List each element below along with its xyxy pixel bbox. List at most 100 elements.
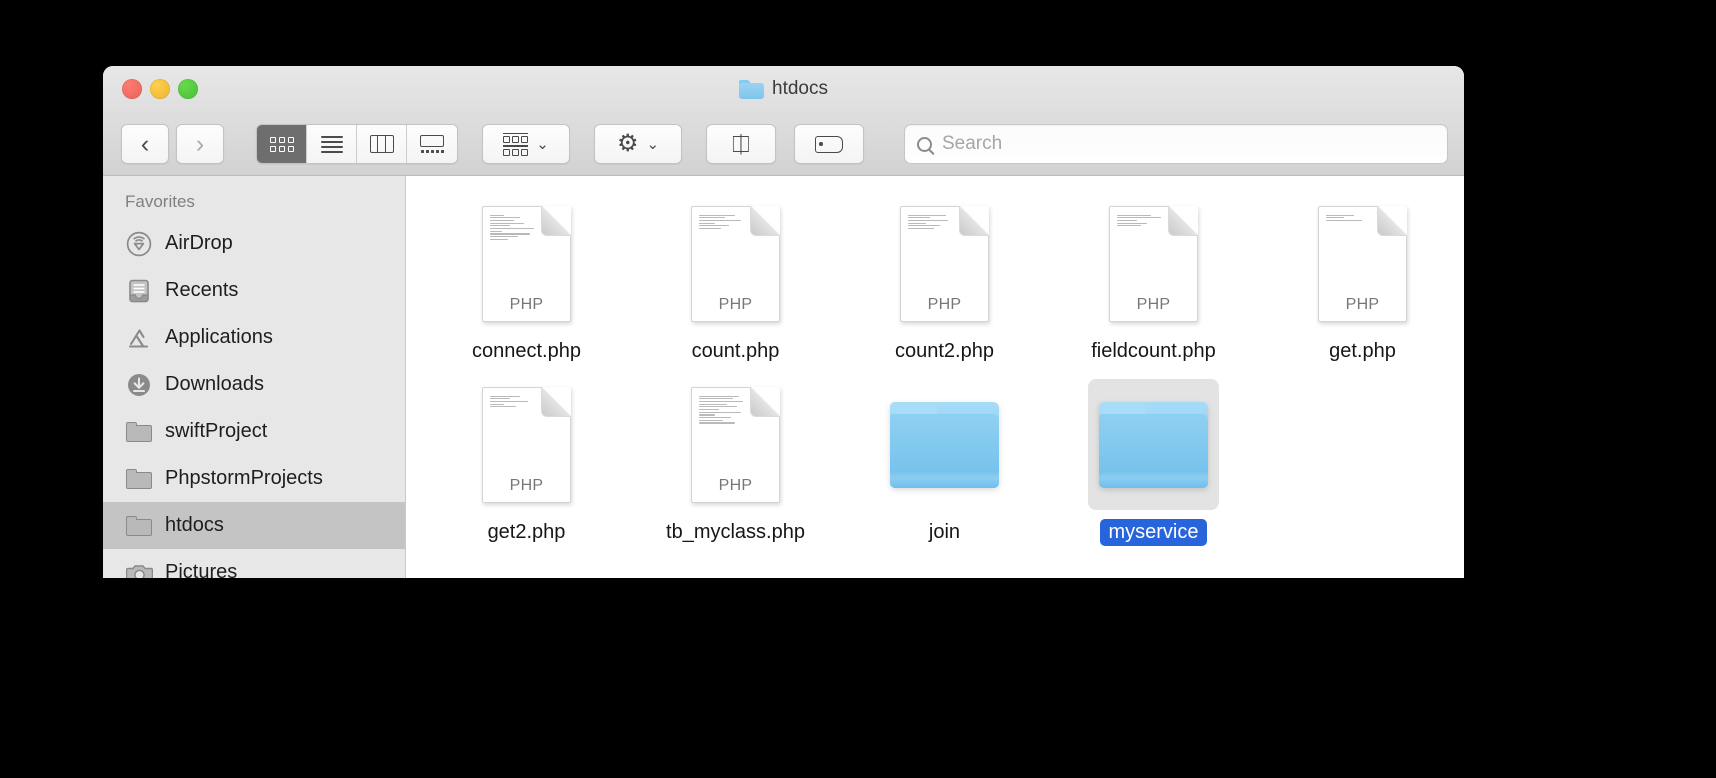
close-button[interactable] (122, 79, 142, 99)
file-icon-container: PHP (1297, 198, 1428, 329)
sidebar-item-label: AirDrop (165, 232, 233, 254)
grid-icon (269, 136, 294, 152)
file-item[interactable]: PHP count.php (631, 192, 840, 365)
file-name-label: connect.php (472, 340, 581, 362)
file-kind-label: PHP (509, 476, 544, 494)
file-icon-container: PHP (670, 198, 801, 329)
file-item[interactable]: PHP tb_myclass.php (631, 373, 840, 546)
sidebar-item-label: swiftProject (165, 420, 268, 442)
share-icon: ⎅ (731, 130, 751, 157)
view-mode-list-button[interactable] (307, 125, 357, 163)
folder-icon-container (1088, 379, 1219, 510)
sidebar-item-htdocs[interactable]: htdocs (103, 502, 405, 549)
tag-icon (815, 135, 843, 153)
sidebar-item-applications[interactable]: Applications (103, 314, 405, 361)
php-document-icon: PHP (691, 205, 780, 322)
arrange-by-button[interactable]: ⌄ (482, 124, 570, 164)
toolbar: ‹ › ⌄ ⚙ ⌄ ⎅ Search (103, 116, 1464, 172)
file-item[interactable]: PHP get.php (1258, 192, 1464, 365)
window-title-text: htdocs (772, 78, 828, 99)
chevron-down-icon: ⌄ (646, 136, 660, 153)
recents-icon (125, 277, 153, 305)
sidebar-item-downloads[interactable]: Downloads (103, 361, 405, 408)
folder-icon (739, 79, 764, 99)
sidebar-item-pictures[interactable]: Pictures (103, 549, 405, 578)
arrange-icon (503, 132, 529, 156)
chevron-down-icon: ⌄ (536, 136, 549, 153)
tag-button[interactable] (794, 124, 864, 164)
folder-item[interactable]: join (840, 373, 1049, 546)
sidebar-item-label: Pictures (165, 561, 238, 578)
file-kind-label: PHP (1136, 295, 1171, 313)
search-field[interactable]: Search (904, 124, 1448, 164)
chevron-right-icon: › (195, 129, 205, 158)
downloads-icon (125, 371, 153, 399)
window-title: htdocs (103, 78, 1464, 100)
maximize-button[interactable] (178, 79, 198, 99)
file-kind-label: PHP (1345, 295, 1380, 313)
pictures-icon (125, 559, 153, 578)
folder-icon (125, 512, 153, 540)
file-item[interactable]: PHP fieldcount.php (1049, 192, 1258, 365)
php-document-icon: PHP (691, 386, 780, 503)
forward-button[interactable]: › (176, 124, 224, 164)
file-kind-label: PHP (927, 295, 962, 313)
folder-icon (1099, 401, 1208, 488)
php-document-icon: PHP (482, 205, 571, 322)
file-name-label: get.php (1329, 340, 1396, 362)
file-name-label: tb_myclass.php (666, 521, 805, 543)
sidebar: Favorites AirDrop Recents Applications D… (103, 176, 406, 578)
file-kind-label: PHP (718, 295, 753, 313)
action-menu-button[interactable]: ⚙ ⌄ (594, 124, 682, 164)
php-document-icon: PHP (900, 205, 989, 322)
sidebar-item-airdrop[interactable]: AirDrop (103, 220, 405, 267)
navigation-buttons: ‹ › (121, 124, 224, 164)
sidebar-item-label: Applications (165, 326, 273, 348)
view-mode-column-button[interactable] (357, 125, 407, 163)
folder-icon (125, 465, 153, 493)
file-icon-container: PHP (461, 379, 592, 510)
sidebar-item-label: Recents (165, 279, 239, 301)
file-kind-label: PHP (718, 476, 753, 494)
back-button[interactable]: ‹ (121, 124, 169, 164)
folder-icon (125, 418, 153, 446)
sidebar-item-recents[interactable]: Recents (103, 267, 405, 314)
folder-name-label: join (928, 521, 961, 543)
search-icon (917, 136, 932, 152)
file-item[interactable]: PHP get2.php (422, 373, 631, 546)
file-kind-label: PHP (509, 295, 544, 313)
file-item[interactable]: PHP connect.php (422, 192, 631, 365)
file-icon-container: PHP (1088, 198, 1219, 329)
chevron-left-icon: ‹ (140, 129, 150, 158)
php-document-icon: PHP (482, 386, 571, 503)
file-name-label: count2.php (895, 340, 994, 362)
file-name-label: count.php (691, 340, 780, 362)
minimize-button[interactable] (150, 79, 170, 99)
sidebar-item-label: Downloads (165, 373, 264, 395)
file-icon-container: PHP (670, 379, 801, 510)
file-name-label: get2.php (487, 521, 566, 543)
php-document-icon: PHP (1109, 205, 1198, 322)
view-mode-gallery-button[interactable] (407, 125, 457, 163)
view-mode-segmented-control (256, 124, 458, 164)
folder-name-label: myservice (1100, 519, 1207, 546)
file-item[interactable]: PHP count2.php (840, 192, 1049, 365)
sidebar-item-label: PhpstormProjects (165, 467, 323, 489)
columns-icon (369, 135, 394, 153)
file-grid: PHP connect.php PHP count.php PHP count2… (406, 192, 1464, 546)
finder-window: htdocs ‹ › ⌄ ⚙ ⌄ ⎅ Search Favorites AirD… (103, 66, 1464, 578)
file-name-label: fieldcount.php (1091, 340, 1216, 362)
folder-icon-container (879, 379, 1010, 510)
search-input-placeholder: Search (942, 133, 1003, 154)
php-document-icon: PHP (1318, 205, 1407, 322)
share-button[interactable]: ⎅ (706, 124, 776, 164)
file-icon-container: PHP (879, 198, 1010, 329)
sidebar-item-swiftproject[interactable]: swiftProject (103, 408, 405, 455)
sidebar-item-label: htdocs (165, 514, 224, 536)
window-titlebar[interactable]: htdocs ‹ › ⌄ ⚙ ⌄ ⎅ Search (103, 66, 1464, 176)
folder-item-selected[interactable]: myservice (1049, 373, 1258, 546)
file-grid-area[interactable]: PHP connect.php PHP count.php PHP count2… (406, 176, 1464, 578)
view-mode-icon-button[interactable] (257, 125, 307, 163)
window-body: Favorites AirDrop Recents Applications D… (103, 176, 1464, 578)
sidebar-item-phpstormprojects[interactable]: PhpstormProjects (103, 455, 405, 502)
